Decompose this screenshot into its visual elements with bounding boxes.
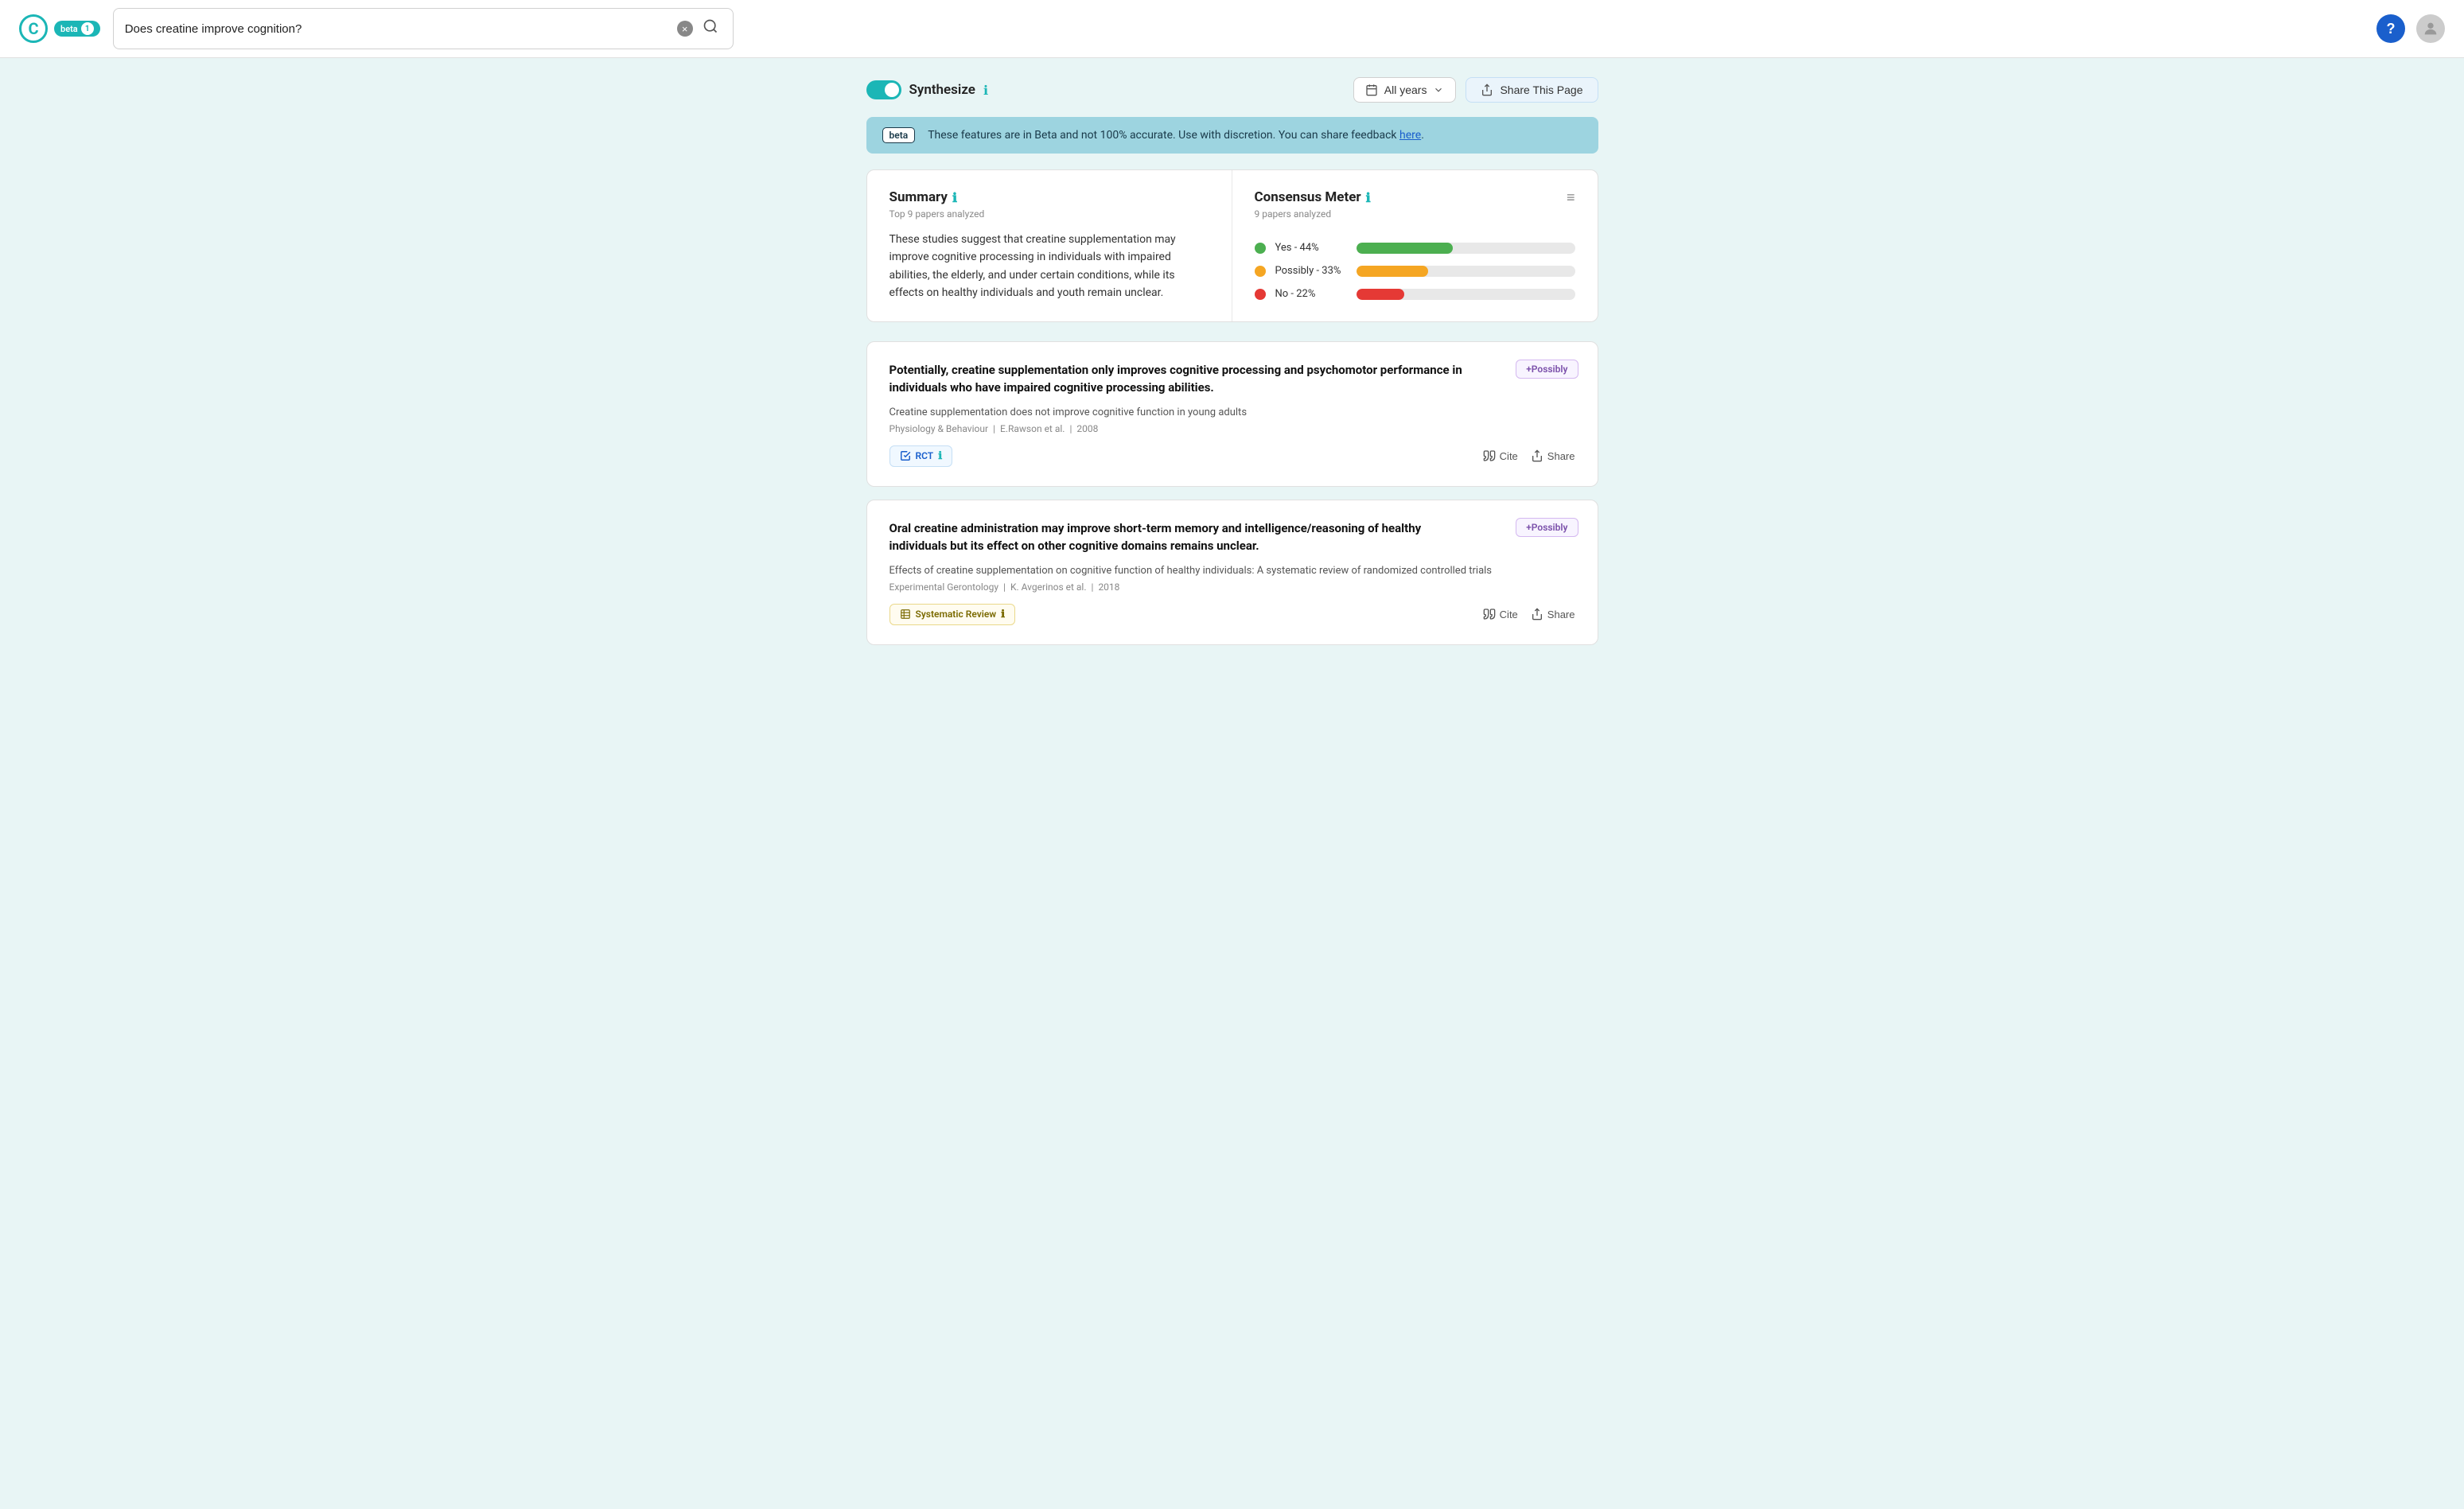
paper-card-2: +Possibly Oral creatine administration m…	[866, 500, 1598, 645]
help-button[interactable]: ?	[2376, 14, 2405, 43]
paper-1-cite-button[interactable]: Cite	[1483, 449, 1518, 462]
paper-2-journal: Experimental Gerontology	[889, 581, 999, 593]
calendar-icon	[1365, 84, 1378, 96]
possibly-dot	[1255, 266, 1266, 277]
paper-1-share-button[interactable]: Share	[1531, 449, 1575, 462]
cite-icon	[1483, 608, 1496, 620]
paper-1-journal: Physiology & Behaviour	[889, 423, 989, 434]
beta-badge: beta 1	[54, 21, 100, 37]
synthesize-info-icon[interactable]: ℹ	[983, 83, 988, 98]
possibly-track	[1357, 266, 1575, 277]
consensus-title: Consensus Meter ℹ	[1255, 189, 1371, 205]
year-filter-button[interactable]: All years	[1353, 77, 1457, 103]
search-clear-button[interactable]: ×	[677, 21, 693, 37]
summary-subtitle: Top 9 papers analyzed	[889, 208, 1209, 220]
chevron-down-icon	[1433, 84, 1444, 95]
consensus-bars: Yes - 44% Possibly - 33% No - 22%	[1255, 242, 1575, 300]
cite-icon	[1483, 449, 1496, 462]
search-icon	[703, 18, 718, 34]
paper-1-footer: RCT ℹ Cite Share	[889, 445, 1575, 467]
beta-label: beta	[60, 24, 78, 34]
share-icon	[1531, 608, 1543, 620]
paper-2-type-label: Systematic Review	[916, 609, 997, 620]
no-fill	[1357, 289, 1405, 300]
search-bar: ×	[113, 8, 734, 49]
paper-1-type-info[interactable]: ℹ	[938, 450, 942, 462]
no-track	[1357, 289, 1575, 300]
share-page-label: Share This Page	[1500, 84, 1582, 96]
paper-2-footer: Systematic Review ℹ Cite Share	[889, 604, 1575, 625]
logo: C beta 1	[19, 14, 100, 43]
search-input[interactable]	[125, 22, 671, 36]
avatar[interactable]	[2416, 14, 2445, 43]
logo-icon: C	[19, 14, 48, 43]
consensus-subtitle: 9 papers analyzed	[1255, 208, 1371, 220]
synthesize-toggle: Synthesize ℹ	[866, 80, 989, 99]
summary-panel: Summary ℹ Top 9 papers analyzed These st…	[867, 170, 1232, 321]
controls-right: All years Share This Page	[1353, 77, 1598, 103]
beta-banner-message: These features are in Beta and not 100% …	[928, 129, 1424, 142]
summary-title: Summary ℹ	[889, 189, 1209, 205]
paper-2-type-info[interactable]: ℹ	[1001, 609, 1005, 620]
paper-2-badge: +Possibly	[1516, 518, 1578, 537]
possibly-label: Possibly - 33%	[1275, 265, 1347, 277]
beta-count: 1	[81, 22, 94, 35]
header-right: ?	[2376, 14, 2445, 43]
rct-icon	[900, 450, 911, 461]
paper-2-share-button[interactable]: Share	[1531, 608, 1575, 620]
beta-tag: beta	[882, 127, 916, 143]
possibly-fill	[1357, 266, 1429, 277]
header: C beta 1 × ?	[0, 0, 2464, 58]
no-label: No - 22%	[1275, 288, 1347, 300]
paper-1-actions: Cite Share	[1483, 449, 1575, 462]
paper-1-meta: Physiology & Behaviour | E.Rawson et al.…	[889, 423, 1575, 434]
search-submit-button[interactable]	[699, 15, 722, 42]
paper-1-year: 2008	[1076, 423, 1098, 434]
share-icon	[1531, 449, 1543, 462]
bar-row-yes: Yes - 44%	[1255, 242, 1575, 254]
summary-info-icon[interactable]: ℹ	[952, 190, 957, 205]
paper-1-title: Potentially, creatine supplementation on…	[889, 361, 1575, 397]
paper-1-authors: E.Rawson et al.	[1000, 423, 1065, 434]
feedback-link[interactable]: here	[1399, 129, 1421, 142]
beta-banner: beta These features are in Beta and not …	[866, 117, 1598, 154]
paper-2-authors: K. Avgerinos et al.	[1010, 581, 1087, 593]
paper-2-title: Oral creatine administration may improve…	[889, 519, 1575, 555]
paper-1-type-label: RCT	[916, 450, 934, 461]
main-content: Synthesize ℹ All years Share This Page	[851, 58, 1614, 677]
user-icon	[2422, 20, 2439, 37]
paper-1-badge: +Possibly	[1516, 360, 1578, 379]
paper-2-cite-button[interactable]: Cite	[1483, 608, 1518, 620]
paper-2-subtitle: Effects of creatine supplementation on c…	[889, 565, 1575, 577]
consensus-header: Consensus Meter ℹ 9 papers analyzed ≡	[1255, 189, 1575, 231]
share-icon	[1481, 84, 1493, 96]
controls-bar: Synthesize ℹ All years Share This Page	[866, 77, 1598, 103]
share-page-button[interactable]: Share This Page	[1466, 77, 1598, 103]
bar-row-no: No - 22%	[1255, 288, 1575, 300]
paper-2-meta: Experimental Gerontology | K. Avgerinos …	[889, 581, 1575, 593]
paper-card-1: +Possibly Potentially, creatine suppleme…	[866, 341, 1598, 487]
synthesize-label: Synthesize	[909, 82, 975, 98]
yes-track	[1357, 243, 1575, 254]
consensus-panel: Consensus Meter ℹ 9 papers analyzed ≡ Ye…	[1232, 170, 1598, 321]
summary-text: These studies suggest that creatine supp…	[889, 231, 1209, 302]
paper-1-subtitle: Creatine supplementation does not improv…	[889, 406, 1575, 418]
yes-fill	[1357, 243, 1453, 254]
systematic-review-icon	[900, 609, 911, 620]
no-dot	[1255, 289, 1266, 300]
yes-label: Yes - 44%	[1275, 242, 1347, 254]
paper-2-actions: Cite Share	[1483, 608, 1575, 620]
yes-dot	[1255, 243, 1266, 254]
synthesize-switch[interactable]	[866, 80, 901, 99]
year-filter-label: All years	[1384, 84, 1427, 96]
paper-2-year: 2018	[1098, 581, 1119, 593]
consensus-filter-icon[interactable]: ≡	[1567, 189, 1575, 206]
consensus-info-icon[interactable]: ℹ	[1366, 190, 1371, 205]
bar-row-possibly: Possibly - 33%	[1255, 265, 1575, 277]
paper-1-type-badge[interactable]: RCT ℹ	[889, 445, 953, 467]
paper-2-type-badge[interactable]: Systematic Review ℹ	[889, 604, 1016, 625]
summary-consensus-grid: Summary ℹ Top 9 papers analyzed These st…	[866, 169, 1598, 322]
